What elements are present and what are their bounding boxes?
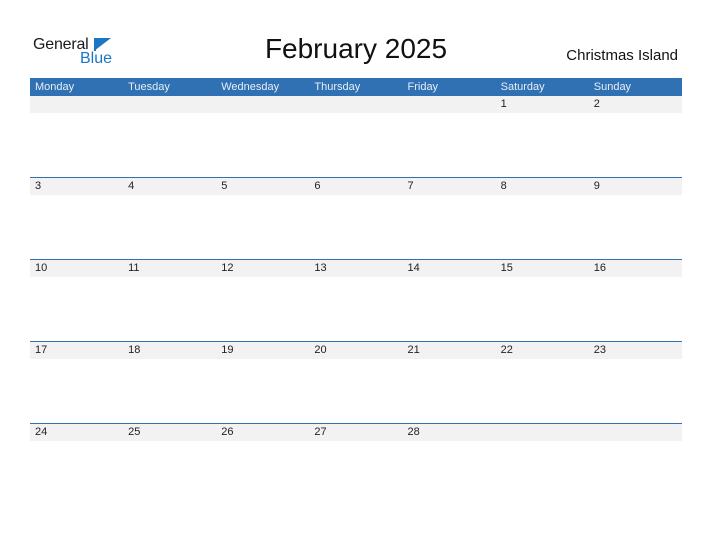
- day-cell: 19: [221, 344, 234, 356]
- day-cell: 12: [221, 262, 234, 274]
- day-cell: 24: [35, 426, 48, 438]
- day-cell: [589, 424, 682, 441]
- weekday-tuesday: Tuesday: [128, 81, 170, 93]
- weekday-monday: Monday: [35, 81, 75, 93]
- day-cell: 28: [407, 426, 420, 438]
- day-cell: 3: [35, 180, 42, 192]
- weekday-thursday: Thursday: [314, 81, 361, 93]
- weekday-header: Monday Tuesday Wednesday Thursday Friday…: [30, 78, 682, 96]
- day-cell: 26: [221, 426, 234, 438]
- week-row: 3 4 5 6 7 8 9: [30, 177, 682, 259]
- weekday-wednesday: Wednesday: [221, 81, 280, 93]
- day-cell: 21: [407, 344, 420, 356]
- day-cell: 10: [35, 262, 48, 274]
- day-cell: 7: [407, 180, 414, 192]
- week-row: 24 25 26 27 28: [30, 423, 682, 505]
- day-cell: 8: [500, 180, 507, 192]
- week-row: 12: [30, 96, 682, 177]
- day-cell: [403, 96, 496, 113]
- day-cell: 23: [593, 344, 606, 356]
- day-cell: [30, 96, 123, 113]
- week-row: 10 11 12 13 14 15 16: [30, 259, 682, 341]
- weekday-friday: Friday: [407, 81, 439, 93]
- day-cell: 11: [128, 262, 140, 274]
- day-cell: 17: [35, 344, 48, 356]
- day-cell: 20: [314, 344, 327, 356]
- day-cell: 5: [221, 180, 228, 192]
- day-cell: 1: [500, 98, 507, 110]
- day-cell: 9: [593, 180, 600, 192]
- day-cell: 22: [500, 344, 513, 356]
- country-label: Christmas Island: [566, 47, 678, 64]
- weekday-saturday: Saturday: [500, 81, 545, 93]
- day-cell: 14: [407, 262, 420, 274]
- week-date-strip: 3 4 5 6 7 8 9: [30, 178, 682, 195]
- day-cell: 25: [128, 426, 141, 438]
- day-cell: 18: [128, 344, 141, 356]
- day-cell: [123, 96, 216, 113]
- day-cell: 15: [500, 262, 513, 274]
- day-cell: [496, 424, 589, 441]
- day-cell: 4: [128, 180, 135, 192]
- weekday-sunday: Sunday: [593, 81, 632, 93]
- week-row: 17 18 19 20 21 22 23: [30, 341, 682, 423]
- day-cell: 2: [593, 98, 600, 110]
- week-date-strip: 17 18 19 20 21 22 23: [30, 342, 682, 359]
- day-cell: [216, 96, 309, 113]
- calendar-grid: Monday Tuesday Wednesday Thursday Friday…: [30, 78, 682, 505]
- day-cell: [309, 96, 402, 113]
- week-date-strip: 12: [30, 96, 682, 113]
- week-date-strip: 24 25 26 27 28: [30, 424, 682, 441]
- week-date-strip: 10 11 12 13 14 15 16: [30, 260, 682, 277]
- day-cell: 13: [314, 262, 327, 274]
- day-cell: 27: [314, 426, 327, 438]
- day-cell: 16: [593, 262, 606, 274]
- day-cell: 6: [314, 180, 321, 192]
